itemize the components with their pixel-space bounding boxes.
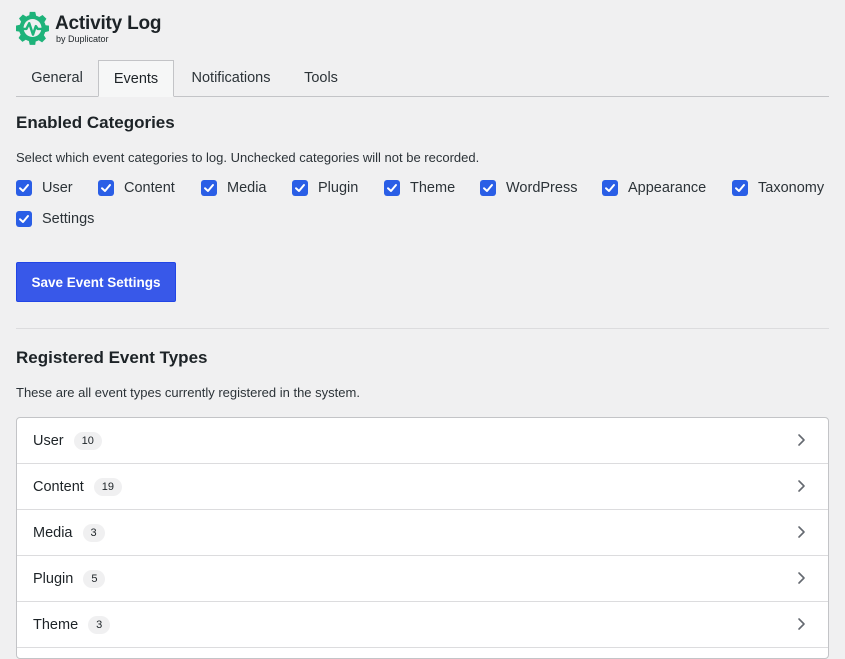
category-label: Plugin: [318, 180, 359, 196]
category-label: WordPress: [506, 180, 578, 196]
category-label: Media: [227, 180, 267, 196]
tab-notifications[interactable]: Notifications: [176, 60, 286, 95]
event-type-row-theme[interactable]: Theme 3: [17, 602, 828, 648]
tab-general[interactable]: General: [16, 60, 98, 95]
chevron-right-icon[interactable]: [796, 433, 806, 447]
category-label: Taxonomy: [758, 180, 825, 196]
event-type-name: Content: [33, 478, 84, 495]
checkmark-icon[interactable]: [602, 180, 618, 196]
registered-event-types-description: These are all event types currently regi…: [16, 385, 360, 400]
category-checkbox-user[interactable]: User: [16, 180, 73, 196]
section-divider: [16, 328, 829, 329]
category-checkbox-media[interactable]: Media: [201, 180, 267, 196]
tab-tools[interactable]: Tools: [292, 60, 350, 95]
tab-events[interactable]: Events: [98, 60, 174, 97]
brand-subtitle: by Duplicator: [56, 33, 109, 44]
count-badge: 10: [73, 431, 102, 450]
checkmark-icon[interactable]: [384, 180, 400, 196]
checkmark-icon[interactable]: [480, 180, 496, 196]
chevron-right-icon[interactable]: [796, 479, 806, 493]
chevron-right-icon[interactable]: [796, 525, 806, 539]
category-label: Settings: [42, 211, 95, 227]
event-type-row-plugin[interactable]: Plugin 5: [17, 556, 828, 602]
checkmark-icon[interactable]: [292, 180, 308, 196]
brand-title: Activity Log: [55, 12, 162, 34]
category-checkbox-content[interactable]: Content: [98, 180, 175, 196]
event-type-name: Theme: [33, 616, 79, 633]
event-type-name: Media: [33, 524, 73, 541]
chevron-right-icon[interactable]: [796, 571, 806, 585]
checkmark-icon[interactable]: [16, 211, 32, 227]
category-label: Theme: [410, 180, 456, 196]
gear-pulse-icon: [16, 10, 50, 46]
category-checkbox-settings[interactable]: Settings: [16, 211, 94, 227]
settings-tabs: General Events Notifications Tools: [16, 60, 829, 97]
category-checkbox-theme[interactable]: Theme: [384, 180, 455, 196]
category-label: Appearance: [628, 180, 707, 196]
enabled-categories-heading: Enabled Categories: [16, 113, 175, 132]
category-label: Content: [124, 180, 175, 196]
checkmark-icon[interactable]: [98, 180, 114, 196]
enabled-categories-description: Select which event categories to log. Un…: [16, 150, 480, 165]
category-label: User: [42, 180, 73, 196]
event-types-list: User 10 Content 19 Media 3 Plugin 5 Them…: [16, 417, 829, 659]
event-type-row-content[interactable]: Content 19: [17, 464, 828, 510]
count-badge: 19: [93, 477, 123, 496]
save-event-settings-button[interactable]: Save Event Settings: [16, 262, 176, 302]
count-badge: 5: [83, 569, 106, 588]
category-checkbox-taxonomy[interactable]: Taxonomy: [732, 180, 824, 196]
checkmark-icon[interactable]: [732, 180, 748, 196]
category-checkbox-plugin[interactable]: Plugin: [292, 180, 358, 196]
count-badge: 3: [82, 523, 105, 542]
checkmark-icon[interactable]: [201, 180, 217, 196]
count-badge: 3: [88, 615, 111, 634]
event-type-name: Plugin: [33, 570, 74, 587]
event-type-name: User: [33, 432, 64, 449]
chevron-right-icon[interactable]: [796, 617, 806, 631]
event-type-row-user[interactable]: User 10: [17, 418, 828, 464]
category-checkbox-wordpress[interactable]: WordPress: [480, 180, 577, 196]
category-checkbox-appearance[interactable]: Appearance: [602, 180, 706, 196]
brand-logo: Activity Log by Duplicator: [16, 9, 162, 47]
checkmark-icon[interactable]: [16, 180, 32, 196]
event-type-row-media[interactable]: Media 3: [17, 510, 828, 556]
registered-event-types-heading: Registered Event Types: [16, 348, 208, 367]
